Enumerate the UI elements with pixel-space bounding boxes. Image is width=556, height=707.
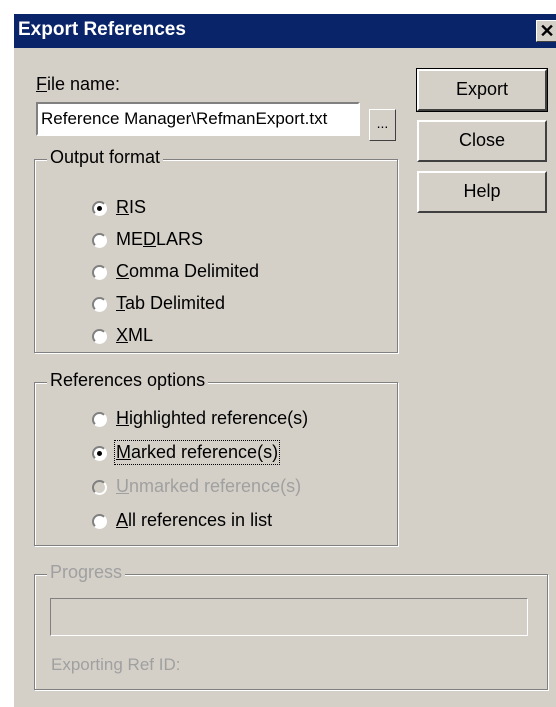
radio-all-circle[interactable]: [92, 514, 107, 529]
file-name-label-key: F: [36, 74, 47, 94]
radio-highlighted-label: Highlighted reference(s): [116, 408, 308, 429]
radio-ris-label: RIS: [116, 197, 146, 218]
radio-ris-key: R: [116, 197, 129, 217]
radio-all-key: A: [116, 510, 129, 530]
radio-comma-delimited-circle[interactable]: [92, 265, 107, 280]
file-name-label: File name:: [36, 74, 120, 95]
radio-unmarked-label: Unmarked reference(s): [116, 476, 301, 497]
output-format-group: Output format RIS MEDLARS Comma Delimite…: [34, 147, 398, 353]
radio-marked-post: arked reference(s): [131, 442, 279, 462]
export-button[interactable]: Export: [416, 68, 548, 112]
radio-highlighted-key: H: [116, 408, 129, 428]
radio-xml-circle[interactable]: [92, 329, 107, 344]
radio-marked-key: M: [116, 442, 131, 462]
radio-xml-label: XML: [116, 325, 153, 346]
radio-comma-delimited-key: C: [116, 261, 129, 281]
radio-tab-delimited-post: ab Delimited: [125, 293, 226, 313]
radio-medlars-label: MEDLARS: [116, 229, 203, 250]
radio-medlars-circle[interactable]: [92, 233, 107, 248]
file-name-label-rest: ile name:: [47, 74, 121, 94]
close-icon[interactable]: ✕: [536, 20, 556, 42]
radio-highlighted-post: ighlighted reference(s): [129, 408, 309, 428]
progress-bar: [50, 598, 528, 636]
radio-unmarked-post: nmarked reference(s): [129, 476, 302, 496]
radio-all-post: ll references in list: [128, 510, 273, 530]
radio-comma-delimited-label: Comma Delimited: [116, 261, 259, 282]
close-button[interactable]: Close: [417, 120, 547, 162]
help-button[interactable]: Help: [417, 171, 547, 213]
progress-title: Progress: [47, 562, 126, 583]
radio-tab-delimited-key: T: [116, 293, 125, 313]
radio-tab-delimited-circle[interactable]: [92, 297, 107, 312]
radio-marked-label: Marked reference(s): [113, 440, 281, 465]
radio-all-label: All references in list: [116, 510, 272, 531]
radio-medlars-post: LARS: [156, 229, 204, 249]
radio-highlighted-circle[interactable]: [92, 412, 107, 427]
radio-ris-circle[interactable]: [92, 201, 107, 216]
radio-xml-post: ML: [128, 325, 154, 345]
radio-ris-post: IS: [129, 197, 147, 217]
radio-unmarked-key: U: [116, 476, 129, 496]
radio-unmarked-circle: [92, 480, 107, 495]
browse-button[interactable]: ...: [369, 109, 396, 141]
exporting-ref-id-label: Exporting Ref ID:: [51, 655, 181, 674]
dialog-title: Export References: [18, 19, 186, 40]
title-bar[interactable]: Export References ✕: [14, 14, 556, 48]
radio-xml-key: X: [116, 325, 129, 345]
references-options-group: References options Highlighted reference…: [34, 370, 398, 546]
output-format-title: Output format: [47, 147, 164, 168]
radio-marked-circle[interactable]: [92, 446, 107, 461]
references-options-title: References options: [47, 370, 209, 391]
radio-medlars-key: D: [143, 229, 156, 249]
export-references-dialog: Export References ✕ File name: Reference…: [14, 14, 556, 707]
radio-medlars-pre: ME: [116, 229, 143, 249]
radio-tab-delimited-label: Tab Delimited: [116, 293, 225, 314]
file-name-input[interactable]: Reference Manager\RefmanExport.txt: [36, 102, 360, 136]
radio-comma-delimited-post: omma Delimited: [129, 261, 260, 281]
